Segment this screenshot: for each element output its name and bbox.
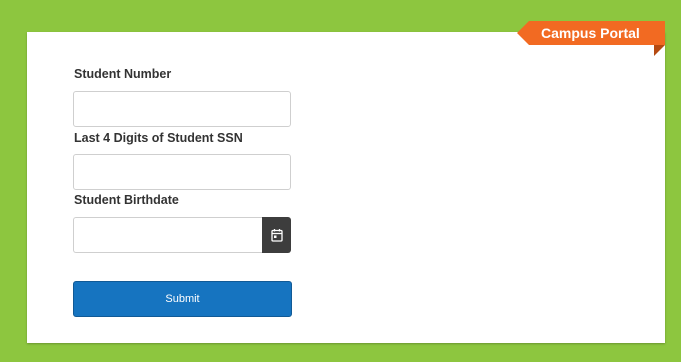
- calendar-icon: [270, 229, 283, 242]
- ssn-last4-input[interactable]: [73, 154, 291, 190]
- calendar-button[interactable]: [262, 217, 291, 253]
- campus-portal-ribbon: Campus Portal: [517, 21, 665, 45]
- birthdate-field: [73, 217, 291, 253]
- ribbon-label: Campus Portal: [541, 25, 640, 41]
- student-number-label: Student Number: [74, 67, 172, 81]
- birthdate-label: Student Birthdate: [74, 193, 179, 207]
- ribbon-fold: [654, 45, 665, 56]
- submit-button[interactable]: Submit: [73, 281, 292, 317]
- ssn-last4-label: Last 4 Digits of Student SSN: [74, 131, 243, 145]
- birthdate-input[interactable]: [73, 217, 263, 253]
- student-number-input[interactable]: [73, 91, 291, 127]
